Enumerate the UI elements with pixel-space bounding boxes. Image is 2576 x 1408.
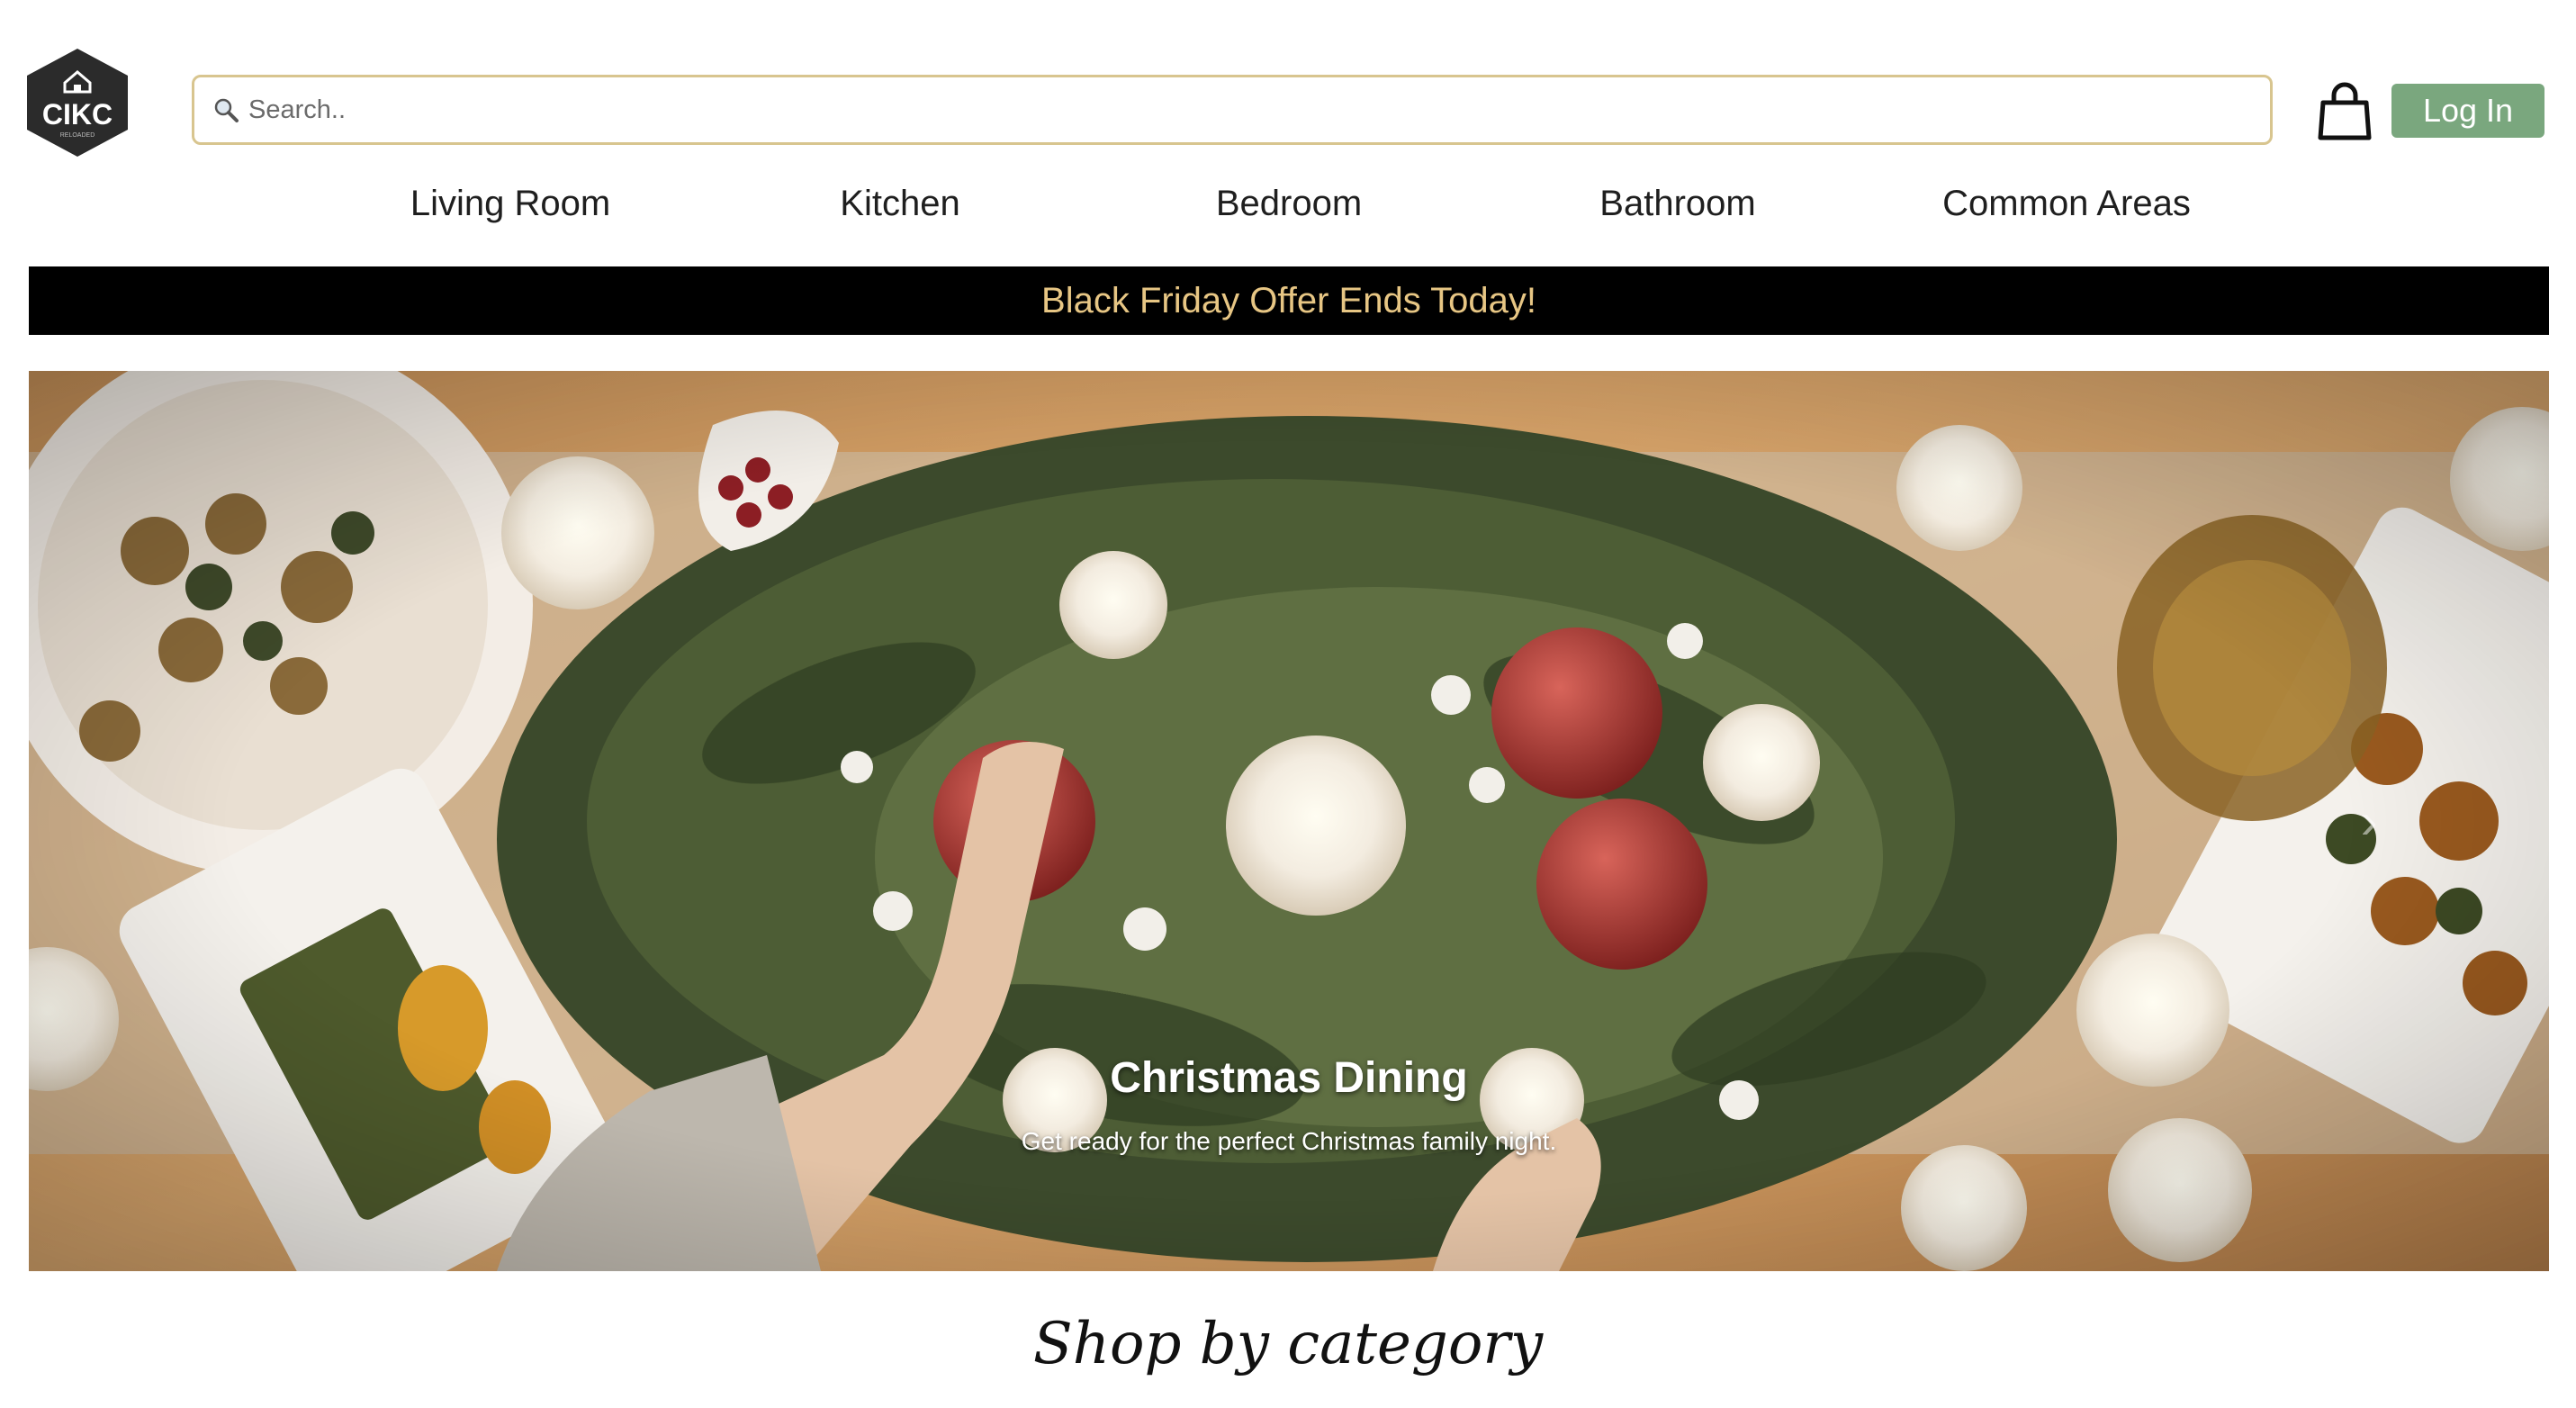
nav-item-kitchen[interactable]: Kitchen — [840, 176, 959, 231]
chevron-right-icon[interactable]: › — [2351, 794, 2387, 848]
logo-text: CIKC — [42, 98, 113, 131]
promo-banner[interactable]: Black Friday Offer Ends Today! — [29, 266, 2549, 335]
search-icon — [214, 98, 239, 122]
nav-item-common-areas[interactable]: Common Areas — [1942, 176, 2191, 231]
search-bar[interactable] — [192, 75, 2273, 145]
logo-subtext: RELOADED — [60, 132, 95, 139]
section-title-shop-by-category: Shop by category — [1032, 1311, 1544, 1377]
search-input[interactable] — [247, 82, 2230, 138]
nav-item-bathroom[interactable]: Bathroom — [1599, 176, 1755, 231]
nav-item-bedroom[interactable]: Bedroom — [1216, 176, 1362, 231]
promo-text: Black Friday Offer Ends Today! — [1041, 280, 1536, 320]
hero-carousel[interactable]: Christmas Dining Get ready for the perfe… — [29, 371, 2549, 1271]
shopping-bag-icon[interactable] — [2318, 81, 2372, 140]
hero-title: Christmas Dining — [1110, 1054, 1468, 1102]
site-header: CIKC RELOADED Log In — [0, 0, 2576, 171]
logo[interactable]: CIKC RELOADED — [23, 47, 131, 158]
hero-subtitle: Get ready for the perfect Christmas fami… — [1021, 1127, 1557, 1155]
category-nav: Living Room Kitchen Bedroom Bathroom Com… — [0, 176, 2576, 239]
login-button[interactable]: Log In — [2391, 84, 2544, 138]
nav-item-living-room[interactable]: Living Room — [410, 176, 610, 231]
